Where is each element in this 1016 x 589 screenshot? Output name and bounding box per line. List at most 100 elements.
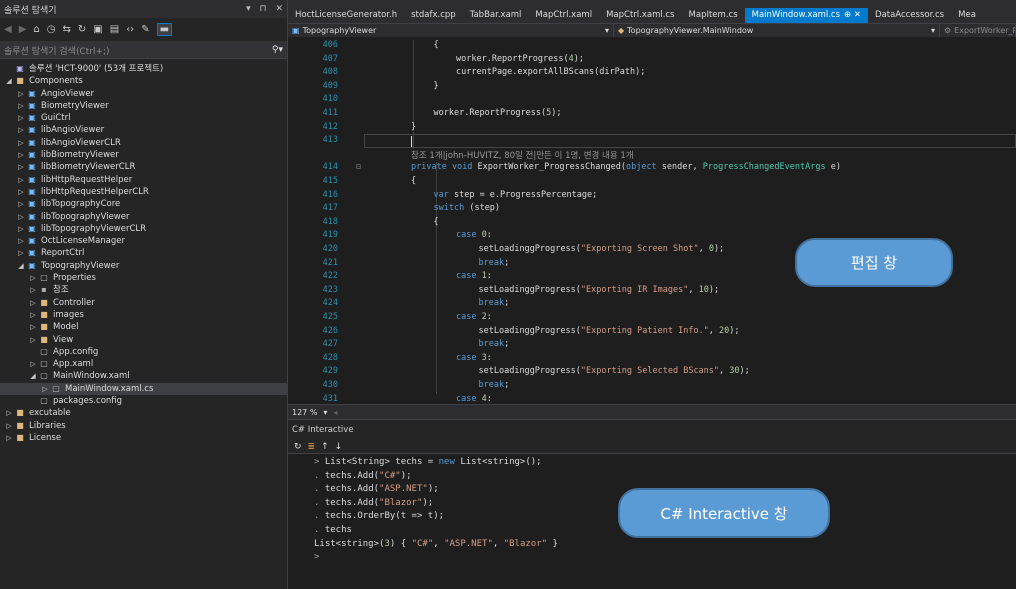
code-line[interactable]: { [411,176,416,186]
history-icon[interactable]: ◷ [47,24,56,35]
class-dropdown[interactable]: ◆ TopographyViewer.MainWindow ▾ [614,24,940,37]
project-dropdown[interactable]: ▣ TopographyViewer ▾ [288,24,614,37]
expanded-icon[interactable]: ◢ [16,260,26,272]
tree-item[interactable]: ▷ ▣ OctLicenseManager [0,235,287,247]
code-line[interactable]: currentPage.exportAllBScans(dirPath); [456,67,645,77]
code-line[interactable]: case 3: [456,353,492,363]
scroll-left-icon[interactable]: ◂ [333,408,337,417]
code-line[interactable]: case 0: [456,230,492,240]
member-dropdown[interactable]: ⚙ ExportWorker_Pro [940,24,1016,37]
code-line[interactable]: } [434,81,439,91]
collapsed-icon[interactable]: ▷ [4,432,14,444]
panel-menu-icon[interactable]: ▾ [246,4,251,14]
tree-item[interactable]: ▷ ■ View [0,334,287,346]
collapsed-icon[interactable]: ▷ [16,149,26,161]
tree-item[interactable]: ▣ 솔루션 'HCT-9000' (53개 프로젝트) [0,63,287,75]
tree-item[interactable]: ▷ ▣ BiometryViewer [0,100,287,112]
tree-item[interactable]: ◢ ▣ TopographyViewer [0,260,287,272]
code-line[interactable]: private void ExportWorker_ProgressChange… [411,162,841,172]
collapsed-icon[interactable]: ▷ [28,358,38,370]
tab-hoctlicensegenerator-h[interactable]: HoctLicenseGenerator.h [288,8,404,23]
sync-icon[interactable]: ⇆ [63,24,71,35]
collapsed-icon[interactable]: ▷ [16,174,26,186]
zoom-dropdown-icon[interactable]: ▾ [323,408,327,417]
tab-stdafx-cpp[interactable]: stdafx.cpp [404,8,463,23]
clear-screen-icon[interactable]: ≣ [308,442,316,452]
code-line[interactable]: setLoadinggProgress("Exporting Selected … [479,366,750,376]
codelens-info[interactable]: 참조 1개|john-HUVITZ, 80일 전|만든 이 1명, 변경 내용 … [411,149,634,161]
code-line[interactable]: case 4: [456,394,492,404]
collapsed-icon[interactable]: ▷ [16,223,26,235]
code-line[interactable]: { [434,40,439,50]
tab-tabbar-xaml[interactable]: TabBar.xaml [463,8,529,23]
tree-item[interactable]: ▷ ▢ Properties [0,272,287,284]
collapsed-icon[interactable]: ▷ [16,186,26,198]
tree-item[interactable]: ▷ ▣ AngioViewer [0,88,287,100]
tree-item[interactable]: ▷ ▣ libBiometryViewer [0,149,287,161]
tree-item[interactable]: ▷ ▣ libTopographyViewerCLR [0,223,287,235]
tree-item[interactable]: ▷ ■ Model [0,321,287,333]
collapsed-icon[interactable]: ▷ [16,235,26,247]
tree-item[interactable]: ▷ ▣ libTopographyCore [0,198,287,210]
code-line[interactable]: case 2: [456,312,492,322]
collapsed-icon[interactable]: ▷ [28,297,38,309]
collapsed-icon[interactable]: ▷ [28,272,38,284]
tree-item[interactable]: ▷ ▢ MainWindow.xaml.cs [0,382,287,396]
collapsed-icon[interactable]: ▷ [16,137,26,149]
tree-item[interactable]: ▷ ■ Libraries [0,420,287,432]
reset-icon[interactable]: ↻ [294,442,302,452]
code-line[interactable]: case 1: [456,271,492,281]
show-all-files-icon[interactable]: ▤ [110,24,119,35]
collapsed-icon[interactable]: ▷ [16,211,26,223]
collapsed-icon[interactable]: ▷ [16,198,26,210]
search-input[interactable]: 솔루션 탐색기 검색(Ctrl+;) [4,44,272,57]
home-icon[interactable]: ⌂ [33,24,39,35]
code-editor[interactable]: 406 {407 worker.ReportProgress(4); 408 curre… [288,37,1016,404]
collapsed-icon[interactable]: ▷ [16,161,26,173]
tree-item[interactable]: ▷ ■ License [0,432,287,444]
tree-item[interactable]: ▷ ■ excutable [0,407,287,419]
code-line[interactable]: worker.ReportProgress(4); [456,54,584,64]
code-line[interactable]: var step = e.ProgressPercentage; [434,190,598,200]
collapsed-icon[interactable]: ▷ [16,124,26,136]
expanded-icon[interactable]: ◢ [4,75,14,87]
code-line[interactable]: break; [479,339,510,349]
search-icon[interactable]: ⚲▾ [272,45,283,55]
code-line[interactable]: break; [479,380,510,390]
code-line[interactable]: } [411,122,416,132]
forward-icon[interactable]: ▶ [19,24,27,35]
code-line[interactable]: setLoadinggProgress("Exporting IR Images… [479,285,720,295]
tab-dataaccessor-cs[interactable]: DataAccessor.cs [868,8,951,23]
tree-item[interactable]: ▷ ▣ libAngioViewerCLR [0,137,287,149]
properties-wrench-icon[interactable]: ✎ [141,24,149,35]
tab-mapctrl-xaml-cs[interactable]: MapCtrl.xaml.cs [599,8,681,23]
tree-item[interactable]: ▷ ▪ 참조 [0,284,287,296]
tree-item[interactable]: ▷ ▣ ReportCtrl [0,247,287,259]
code-line[interactable]: { [434,217,439,227]
tree-item[interactable]: ▷ ■ Controller [0,297,287,309]
collapsed-icon[interactable]: ▷ [16,88,26,100]
tree-item[interactable]: ▷ ▣ libTopographyViewer [0,211,287,223]
close-icon[interactable]: ✕ [275,4,283,14]
expanded-icon[interactable]: ◢ [28,370,38,382]
tab-mainwindow-xaml-cs[interactable]: MainWindow.xaml.cs ⊕ ✕ [744,8,868,23]
solution-explorer-search[interactable]: 솔루션 탐색기 검색(Ctrl+;) ⚲▾ [0,42,287,59]
tab-close-icon[interactable]: ⊕ ✕ [844,10,861,20]
code-line[interactable]: setLoadinggProgress("Exporting Screen Sh… [479,244,725,254]
collapsed-icon[interactable]: ▷ [28,334,38,346]
refresh-icon[interactable]: ↻ [78,24,86,35]
tab-mapitem-cs[interactable]: MapItem.cs [682,8,745,23]
collapsed-icon[interactable]: ▷ [28,321,38,333]
collapsed-icon[interactable]: ▷ [4,420,14,432]
tree-item[interactable]: ▷ ▣ libAngioViewer [0,124,287,136]
tree-item[interactable]: ◢ ▢ MainWindow.xaml [0,370,287,382]
tab-mea[interactable]: Mea [951,8,983,23]
collapsed-icon[interactable]: ▷ [28,309,38,321]
collapsed-icon[interactable]: ▷ [16,247,26,259]
tree-item[interactable]: ▷ ▣ GuiCtrl [0,112,287,124]
collapsed-icon[interactable]: ▷ [28,284,38,296]
code-line[interactable]: switch (step) [434,203,501,213]
tree-item[interactable]: ▷ ▢ App.xaml [0,358,287,370]
code-view-icon[interactable]: ‹› [126,24,134,35]
preview-icon[interactable]: ▬ [156,23,173,36]
